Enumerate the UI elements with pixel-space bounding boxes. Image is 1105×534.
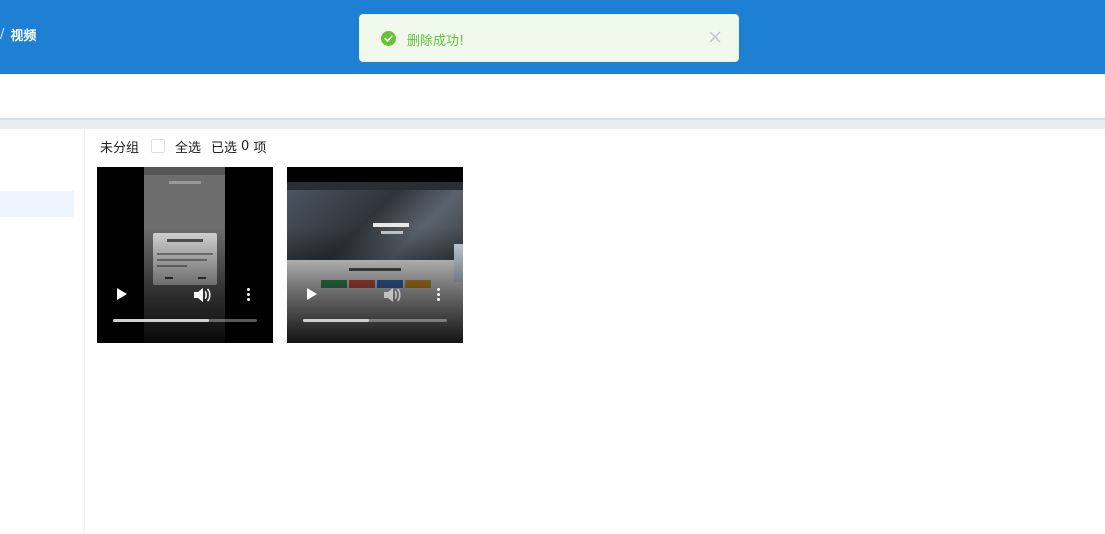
group-sidebar xyxy=(0,129,85,534)
selected-suffix: 项 xyxy=(253,140,267,156)
success-check-icon xyxy=(381,31,396,46)
progress-fill xyxy=(303,319,370,322)
breadcrumb-separator: / xyxy=(0,26,5,42)
toast-message: 删除成功! xyxy=(407,34,465,49)
volume-icon[interactable] xyxy=(193,287,211,303)
phone-title-bar xyxy=(144,181,225,187)
phone-status-bar xyxy=(144,167,225,175)
select-all-checkbox[interactable] xyxy=(151,139,166,153)
breadcrumb-current: 视频 xyxy=(10,28,37,44)
more-options-icon[interactable] xyxy=(437,288,441,302)
group-title: 未分组 xyxy=(100,140,140,156)
success-toast: 删除成功! xyxy=(359,14,739,62)
web-nav-bar xyxy=(287,182,463,190)
more-options-icon[interactable] xyxy=(247,288,251,302)
media-toolbar: 未分组 全选 已选 0 项 xyxy=(100,136,266,156)
volume-icon[interactable] xyxy=(383,287,401,303)
video-player[interactable] xyxy=(287,167,463,343)
video-player[interactable] xyxy=(97,167,273,343)
controls-gradient xyxy=(287,227,463,343)
sidebar-item-active[interactable] xyxy=(0,191,74,217)
progress-bar[interactable] xyxy=(113,319,257,322)
selected-count: 0 xyxy=(241,138,250,154)
progress-fill xyxy=(113,319,210,322)
play-icon[interactable] xyxy=(117,288,127,300)
progress-bar[interactable] xyxy=(303,319,447,322)
breadcrumb: / 视频 xyxy=(0,24,36,44)
play-icon[interactable] xyxy=(307,288,317,300)
selected-prefix: 已选 xyxy=(211,140,238,156)
content-divider xyxy=(0,118,1105,129)
close-icon[interactable] xyxy=(709,31,721,43)
tags-view-bar xyxy=(0,74,1105,118)
controls-gradient xyxy=(97,227,273,343)
select-all-label[interactable]: 全选 xyxy=(175,137,201,156)
